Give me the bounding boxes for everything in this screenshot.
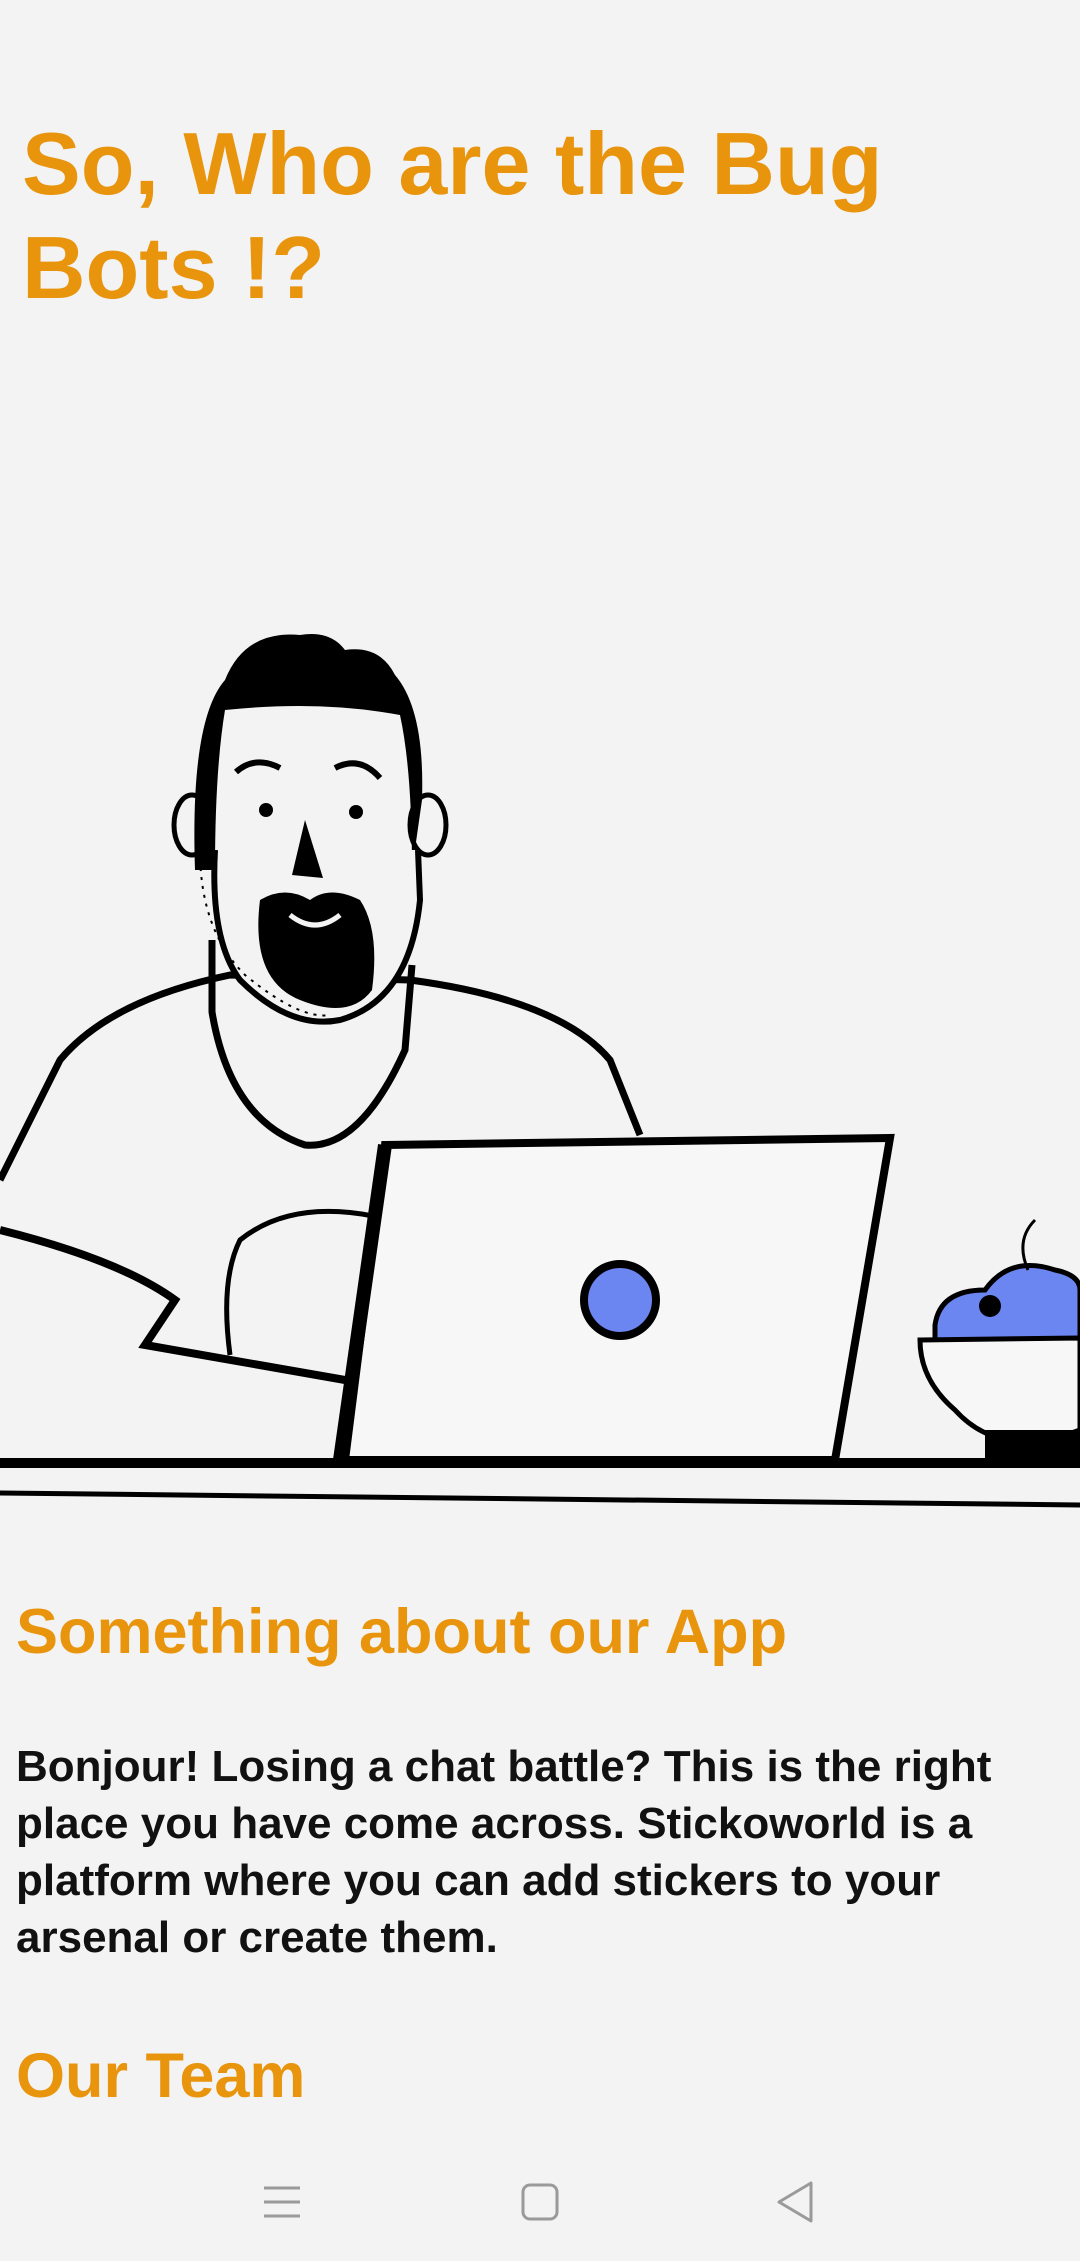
bowl-blob [932,1263,1080,1343]
person-right-eye [349,805,363,819]
system-navigation-bar [0,2150,1080,2261]
person-nose [292,820,323,878]
team-heading: Our Team [16,2041,306,2111]
menu-icon [264,2186,300,2218]
bowl-stem [1021,1218,1037,1271]
home-square-icon [521,2183,559,2221]
laptop-logo [580,1260,660,1340]
nav-menu-button[interactable] [247,2172,317,2232]
person-left-brow [234,759,282,775]
table-top [0,1458,1080,1468]
table-front [0,1490,1080,1508]
nav-home-button[interactable] [505,2172,575,2232]
person-left-eye [259,803,273,817]
back-triangle-icon [777,2181,813,2223]
bowl [917,1335,1080,1444]
bowl-blob-eye [979,1295,1001,1317]
person-arm [0,1226,346,1384]
about-text: Bonjour! Losing a chat battle? This is t… [16,1742,992,1962]
page-title: So, Who are the Bug Bots !? [22,114,883,317]
bowl-base [985,1430,1080,1460]
about-heading: Something about our App [16,1597,788,1667]
hero-illustration [0,634,1080,1508]
person-right-brow [333,760,383,781]
nav-back-button[interactable] [760,2172,830,2232]
